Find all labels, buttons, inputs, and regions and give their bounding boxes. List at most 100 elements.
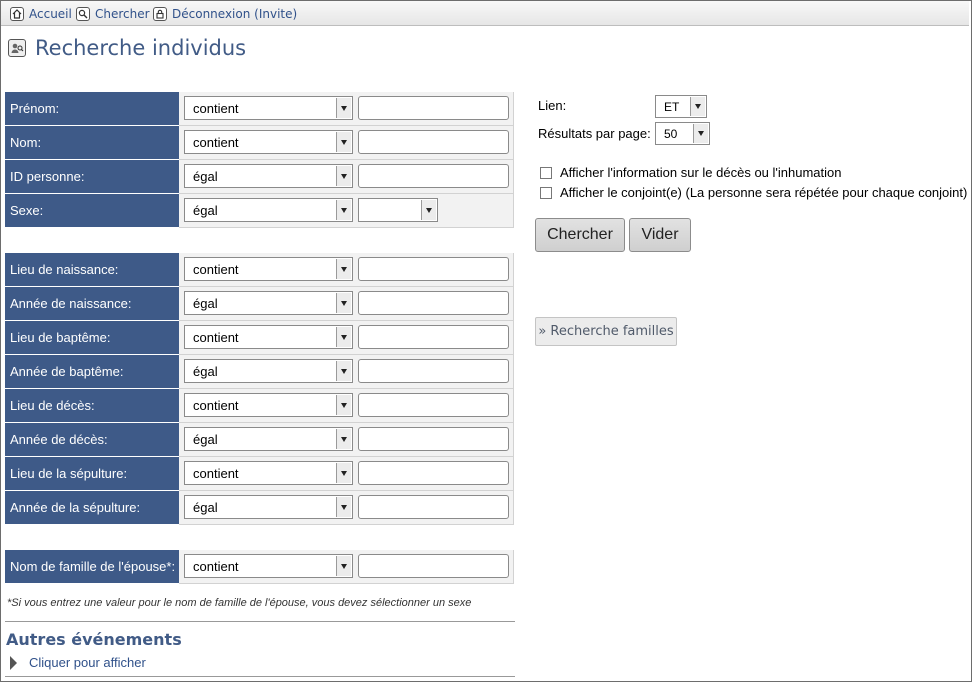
chevron-down-icon bbox=[336, 200, 351, 220]
family-search-button[interactable]: » Recherche familles bbox=[535, 317, 677, 346]
nom-epouse-input[interactable] bbox=[358, 554, 509, 578]
field-row-lieu-sepulture: Lieu de la sépulture: contient bbox=[5, 457, 514, 491]
lieu-deces-input[interactable] bbox=[358, 393, 509, 417]
annee-bapteme-operator-select[interactable]: égal bbox=[184, 359, 353, 383]
field-row-id: ID personne: égal bbox=[5, 160, 514, 194]
page-header: Recherche individus bbox=[8, 36, 246, 60]
divider bbox=[5, 621, 515, 622]
field-row-lieu-deces: Lieu de décès: contient bbox=[5, 389, 514, 423]
annee-bapteme-input[interactable] bbox=[358, 359, 509, 383]
annee-deces-operator-select[interactable]: égal bbox=[184, 427, 353, 451]
chevron-down-icon bbox=[336, 395, 351, 415]
top-nav: Accueil Chercher Déconnexion (Invite) bbox=[1, 1, 969, 26]
show-death-option[interactable]: Afficher l'information sur le décès ou l… bbox=[540, 165, 841, 180]
lieu-naissance-input[interactable] bbox=[358, 257, 509, 281]
field-label: Sexe: bbox=[5, 194, 179, 228]
field-label: Année de la sépulture: bbox=[5, 491, 179, 525]
field-row-nom-epouse: Nom de famille de l'épouse*: contient bbox=[5, 550, 514, 584]
lock-icon bbox=[153, 7, 167, 21]
lieu-bapteme-input[interactable] bbox=[358, 325, 509, 349]
spouse-note: *Si vous entrez une valeur pour le nom d… bbox=[7, 597, 472, 609]
field-row-annee-naissance: Année de naissance: égal bbox=[5, 287, 514, 321]
id-input[interactable] bbox=[358, 164, 509, 188]
clear-button[interactable]: Vider bbox=[629, 218, 691, 252]
lieu-sepulture-input[interactable] bbox=[358, 461, 509, 485]
search-icon bbox=[76, 7, 90, 21]
show-death-label: Afficher l'information sur le décès ou l… bbox=[560, 165, 842, 180]
field-row-lieu-bapteme: Lieu de baptême: contient bbox=[5, 321, 514, 355]
chevron-down-icon bbox=[336, 327, 351, 347]
nav-logout-label: Déconnexion (Invite) bbox=[172, 7, 298, 21]
people-search-icon bbox=[8, 39, 26, 57]
chevron-down-icon bbox=[336, 166, 351, 186]
field-row-annee-bapteme: Année de baptême: égal bbox=[5, 355, 514, 389]
chevron-down-icon bbox=[336, 132, 351, 152]
field-label: Année de décès: bbox=[5, 423, 179, 457]
search-button[interactable]: Chercher bbox=[535, 218, 625, 252]
lieu-naissance-operator-select[interactable]: contient bbox=[184, 257, 353, 281]
annee-sepulture-input[interactable] bbox=[358, 495, 509, 519]
expand-triangle-icon bbox=[10, 655, 17, 670]
field-row-sexe: Sexe: égal bbox=[5, 194, 514, 228]
field-label: ID personne: bbox=[5, 160, 179, 194]
chevron-down-icon bbox=[693, 124, 708, 143]
annee-naissance-input[interactable] bbox=[358, 291, 509, 315]
lien-select[interactable]: ET bbox=[655, 95, 707, 118]
nom-epouse-operator-select[interactable]: contient bbox=[184, 554, 353, 578]
chevron-down-icon bbox=[336, 98, 351, 118]
field-label: Prénom: bbox=[5, 92, 179, 126]
chevron-down-icon bbox=[690, 97, 705, 116]
id-operator-select[interactable]: égal bbox=[184, 164, 353, 188]
field-row-lieu-naissance: Lieu de naissance: contient bbox=[5, 253, 514, 287]
field-label: Lieu de baptême: bbox=[5, 321, 179, 355]
chevron-down-icon bbox=[336, 429, 351, 449]
prenom-operator-select[interactable]: contient bbox=[184, 96, 353, 120]
nav-search-link[interactable]: Chercher bbox=[76, 6, 150, 22]
lieu-deces-operator-select[interactable]: contient bbox=[184, 393, 353, 417]
show-spouse-checkbox[interactable] bbox=[540, 186, 552, 199]
home-icon bbox=[10, 7, 24, 21]
lien-label: Lien: bbox=[538, 98, 567, 113]
lieu-bapteme-operator-select[interactable]: contient bbox=[184, 325, 353, 349]
sexe-value-select[interactable] bbox=[358, 198, 438, 222]
field-row-annee-deces: Année de décès: égal bbox=[5, 423, 514, 457]
chevron-down-icon bbox=[336, 556, 351, 576]
nav-home-label: Accueil bbox=[29, 7, 72, 21]
sexe-operator-select[interactable]: égal bbox=[184, 198, 353, 222]
chevron-down-icon bbox=[421, 200, 436, 220]
show-spouse-option[interactable]: Afficher le conjoint(e) (La personne ser… bbox=[540, 185, 967, 200]
nav-logout-link[interactable]: Déconnexion (Invite) bbox=[153, 6, 297, 22]
field-label: Année de naissance: bbox=[5, 287, 179, 321]
divider bbox=[5, 676, 515, 677]
results-per-page-select[interactable]: 50 bbox=[655, 122, 710, 145]
annee-deces-input[interactable] bbox=[358, 427, 509, 451]
chevron-down-icon bbox=[336, 497, 351, 517]
show-death-checkbox[interactable] bbox=[540, 166, 552, 179]
show-spouse-label: Afficher le conjoint(e) (La personne ser… bbox=[560, 185, 968, 200]
field-label: Année de baptême: bbox=[5, 355, 179, 389]
field-row-annee-sepulture: Année de la sépulture: égal bbox=[5, 491, 514, 525]
field-label: Nom: bbox=[5, 126, 179, 160]
prenom-input[interactable] bbox=[358, 96, 509, 120]
other-events-toggle-label: Cliquer pour afficher bbox=[29, 655, 146, 670]
field-label: Lieu de la sépulture: bbox=[5, 457, 179, 491]
other-events-toggle[interactable]: Cliquer pour afficher bbox=[10, 655, 146, 670]
chevron-down-icon bbox=[336, 463, 351, 483]
chevron-down-icon bbox=[336, 361, 351, 381]
lieu-sepulture-operator-select[interactable]: contient bbox=[184, 461, 353, 485]
nav-search-label: Chercher bbox=[95, 7, 150, 21]
nom-input[interactable] bbox=[358, 130, 509, 154]
page-title: Recherche individus bbox=[35, 36, 247, 60]
field-row-prenom: Prénom: contient bbox=[5, 92, 514, 126]
chevron-down-icon bbox=[336, 293, 351, 313]
nom-operator-select[interactable]: contient bbox=[184, 130, 353, 154]
annee-sepulture-operator-select[interactable]: égal bbox=[184, 495, 353, 519]
results-per-page-label: Résultats par page: bbox=[538, 126, 651, 141]
other-events-title: Autres événements bbox=[6, 630, 182, 649]
chevron-down-icon bbox=[336, 259, 351, 279]
field-row-nom: Nom: contient bbox=[5, 126, 514, 160]
field-label: Lieu de décès: bbox=[5, 389, 179, 423]
field-label: Lieu de naissance: bbox=[5, 253, 179, 287]
nav-home-link[interactable]: Accueil bbox=[10, 6, 72, 22]
annee-naissance-operator-select[interactable]: égal bbox=[184, 291, 353, 315]
